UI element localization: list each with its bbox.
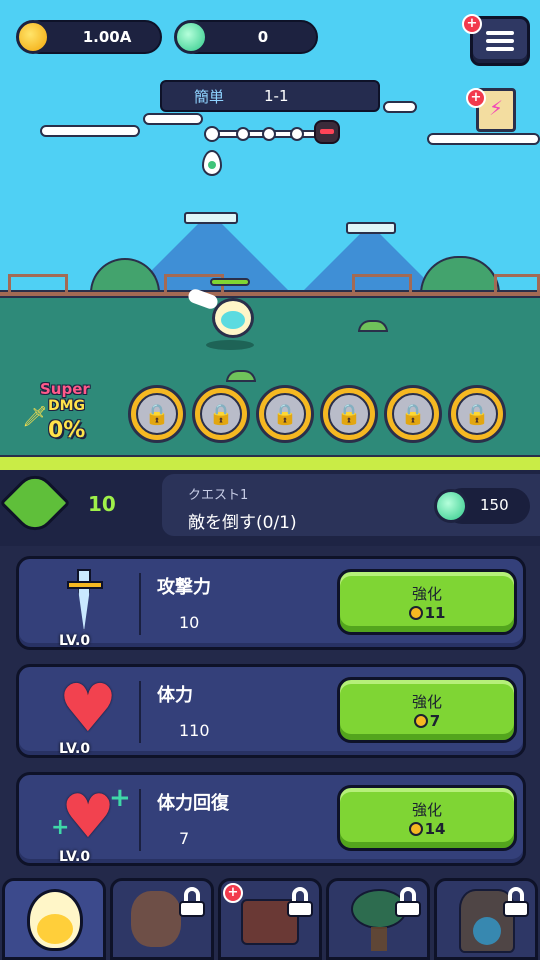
progress-node xyxy=(236,127,250,141)
lightning-icon: ⚡ xyxy=(488,96,504,120)
padlock-icon: 🔒 xyxy=(264,393,306,435)
heart-heal-icon: ♥ + + xyxy=(51,782,131,852)
heart-icon: ♥ xyxy=(58,670,118,747)
attack-value: 10 xyxy=(179,613,200,632)
fire-spirit-player-icon xyxy=(212,298,254,338)
notification-badge-icon: + xyxy=(466,88,486,108)
cloud xyxy=(383,101,417,113)
mountain-snowcap xyxy=(346,222,396,234)
divider xyxy=(139,573,141,635)
stage-number: 1-1 xyxy=(264,87,289,105)
divider xyxy=(139,681,141,743)
health-upgrade-cost: 7 xyxy=(429,711,441,730)
squirrel-icon xyxy=(131,891,181,947)
locked-slot[interactable]: 🔒 xyxy=(128,385,186,443)
super-dmg-percent: 0% xyxy=(48,418,86,443)
upgrade-panel-health: ♥ LV.0 体力 110 強化 7 xyxy=(16,664,526,758)
progress-node xyxy=(290,127,304,141)
cloud xyxy=(40,125,140,137)
mountain-snowcap xyxy=(184,212,238,224)
boss-demon-icon xyxy=(314,120,340,144)
divider xyxy=(139,789,141,851)
fire-spirit-icon xyxy=(27,889,83,951)
regen-name: 体力回復 xyxy=(157,793,229,814)
plus-icon: + xyxy=(51,815,70,840)
cloud xyxy=(427,133,540,145)
locked-slot[interactable]: 🔒 xyxy=(320,385,378,443)
attack-level: LV.0 xyxy=(59,633,91,649)
fence-post xyxy=(494,274,540,292)
notification-badge-icon: + xyxy=(223,883,243,903)
plus-icon: + xyxy=(109,783,131,813)
padlock-icon: 🔒 xyxy=(200,393,242,435)
locked-slot[interactable]: 🔒 xyxy=(192,385,250,443)
notification-badge-icon: + xyxy=(462,14,482,34)
tab-tree[interactable] xyxy=(326,878,430,960)
sword-icon xyxy=(33,565,143,641)
upgrade-label: 強化 xyxy=(411,800,442,819)
padlock-icon xyxy=(179,887,205,917)
attack-upgrade-cost: 11 xyxy=(424,603,446,622)
menu-icon xyxy=(486,27,514,55)
health-level: LV.0 xyxy=(59,741,91,757)
padlock-icon: 🔒 xyxy=(392,393,434,435)
fence-post xyxy=(8,274,68,292)
quest-reward-value: 150 xyxy=(480,496,509,514)
grass-tuft xyxy=(226,370,256,382)
quest-level: 10 xyxy=(88,492,116,516)
dmg-label: DMG xyxy=(48,398,86,414)
health-value: 110 xyxy=(179,721,210,740)
gold-coin-icon xyxy=(16,20,50,54)
coin-icon xyxy=(408,605,423,620)
grass-tuft xyxy=(358,320,388,332)
super-label: Super xyxy=(40,380,90,398)
padlock-icon xyxy=(287,887,313,917)
padlock-icon: 🔒 xyxy=(136,393,178,435)
stage-difficulty: 簡単 xyxy=(194,87,225,106)
padlock-icon: 🔒 xyxy=(456,393,498,435)
stage-banner: 簡単 1-1 xyxy=(160,80,380,112)
progress-node xyxy=(262,127,276,141)
upgrade-label: 強化 xyxy=(411,692,442,711)
attack-name: 攻撃力 xyxy=(157,577,211,598)
locked-slot[interactable]: 🔒 xyxy=(384,385,442,443)
quest-description: 敵を倒す(0/1) xyxy=(188,513,297,533)
upgrade-panel-attack: LV.0 攻撃力 10 強化 11 xyxy=(16,556,526,650)
regen-upgrade-cost: 14 xyxy=(424,819,446,838)
fence xyxy=(0,290,540,298)
upgrade-label: 強化 xyxy=(411,584,442,603)
gem-icon xyxy=(174,20,208,54)
tab-character[interactable] xyxy=(2,878,106,960)
padlock-icon xyxy=(503,887,529,917)
tab-treasure[interactable]: + xyxy=(218,878,322,960)
leaf-sword-icon xyxy=(0,467,71,539)
health-name: 体力 xyxy=(157,685,193,706)
progress-node xyxy=(204,126,220,142)
tab-knight[interactable] xyxy=(434,878,538,960)
locked-slot[interactable]: 🔒 xyxy=(448,385,506,443)
attack-upgrade-button[interactable]: 強化 11 xyxy=(337,569,517,635)
quest-title: クエスト1 xyxy=(188,488,249,503)
regen-upgrade-button[interactable]: 強化 14 xyxy=(337,785,517,851)
fence-post xyxy=(352,274,412,292)
super-damage-indicator: Super DMG 🗡 0% xyxy=(22,378,102,448)
upgrade-panel-regen: ♥ + + LV.0 体力回復 7 強化 14 xyxy=(16,772,526,866)
padlock-icon: 🔒 xyxy=(328,393,370,435)
regen-level: LV.0 xyxy=(59,849,91,865)
locked-slot[interactable]: 🔒 xyxy=(256,385,314,443)
coin-icon xyxy=(413,713,428,728)
padlock-icon xyxy=(395,887,421,917)
gem-value: 0 xyxy=(257,28,269,46)
location-marker-icon xyxy=(202,150,222,176)
dagger-icon: 🗡 xyxy=(22,404,48,428)
health-upgrade-button[interactable]: 強化 7 xyxy=(337,677,517,743)
regen-value: 7 xyxy=(179,829,190,848)
tab-squirrel[interactable] xyxy=(110,878,214,960)
cloud xyxy=(143,113,203,125)
gem-icon xyxy=(434,489,468,523)
player-shadow xyxy=(206,340,254,350)
coin-icon xyxy=(408,821,423,836)
player-health-bar xyxy=(210,278,250,286)
gold-value: 1.00A xyxy=(82,28,132,46)
